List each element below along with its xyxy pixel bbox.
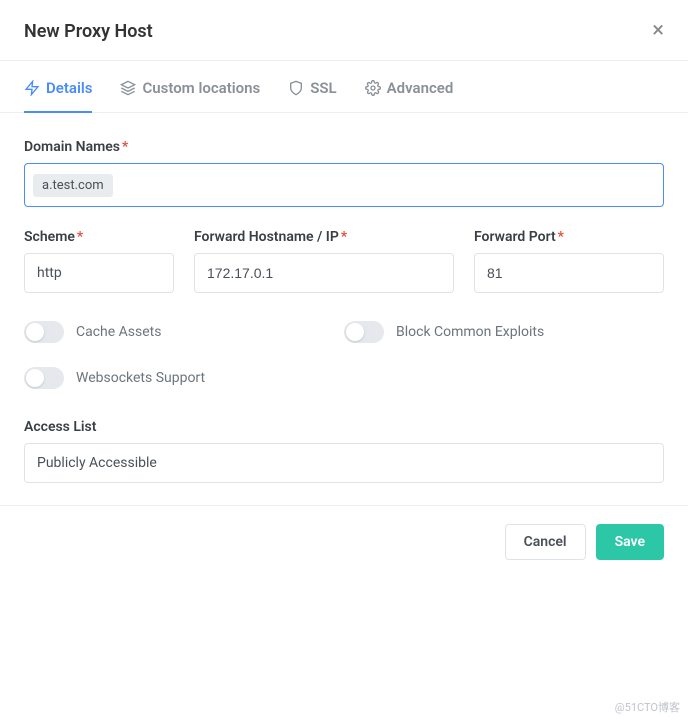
modal-footer: Cancel Save [0,506,688,578]
cache-assets-toggle[interactable] [24,321,64,343]
tab-custom-locations[interactable]: Custom locations [120,79,260,113]
label-text: Scheme [24,229,75,245]
gear-icon [365,80,381,96]
layers-icon [120,80,136,96]
access-list-label: Access List [24,419,664,435]
toggle-knob [26,369,44,387]
cancel-button[interactable]: Cancel [505,524,586,560]
tab-label: Details [46,79,92,97]
tab-bar: Details Custom locations SSL Advanced [0,61,688,113]
label-text: Domain Names [24,139,120,155]
required-star: * [122,139,128,155]
forward-port-input[interactable] [474,253,664,293]
watermark-text: @51CTO博客 [615,699,680,715]
tab-advanced[interactable]: Advanced [365,79,454,113]
scheme-select[interactable]: http [24,253,174,293]
forward-host-input[interactable] [194,253,454,293]
websockets-row: Websockets Support [24,367,344,389]
label-text: Forward Port [474,229,556,245]
close-icon[interactable]: × [652,20,664,42]
domain-names-input[interactable]: a.test.com [24,163,664,207]
tab-label: SSL [310,79,336,97]
required-star: * [558,229,564,245]
websockets-toggle[interactable] [24,367,64,389]
required-star: * [341,229,347,245]
toggle-knob [346,323,364,341]
new-proxy-host-modal: New Proxy Host × Details Custom location… [0,0,688,578]
label-text: Forward Hostname / IP [194,229,339,245]
modal-body: Domain Names* a.test.com Scheme* http Fo… [0,113,688,505]
shield-icon [288,80,304,96]
block-exploits-row: Block Common Exploits [344,321,664,343]
block-exploits-label: Block Common Exploits [396,324,544,340]
cache-assets-label: Cache Assets [76,324,161,340]
toggle-knob [26,323,44,341]
domain-names-label: Domain Names* [24,139,664,155]
forward-port-label: Forward Port* [474,229,664,245]
tab-ssl[interactable]: SSL [288,79,336,113]
websockets-label: Websockets Support [76,370,205,386]
save-button[interactable]: Save [596,524,664,560]
modal-header: New Proxy Host × [0,0,688,60]
scheme-label: Scheme* [24,229,174,245]
domain-tag[interactable]: a.test.com [33,174,113,197]
access-list-select[interactable]: Publicly Accessible [24,443,664,483]
modal-title: New Proxy Host [24,21,153,42]
tab-label: Advanced [387,79,454,97]
forward-host-label: Forward Hostname / IP* [194,229,454,245]
lightning-icon [24,80,40,96]
tab-details[interactable]: Details [24,79,92,113]
cache-assets-row: Cache Assets [24,321,344,343]
required-star: * [77,229,83,245]
block-exploits-toggle[interactable] [344,321,384,343]
tab-label: Custom locations [142,79,260,97]
